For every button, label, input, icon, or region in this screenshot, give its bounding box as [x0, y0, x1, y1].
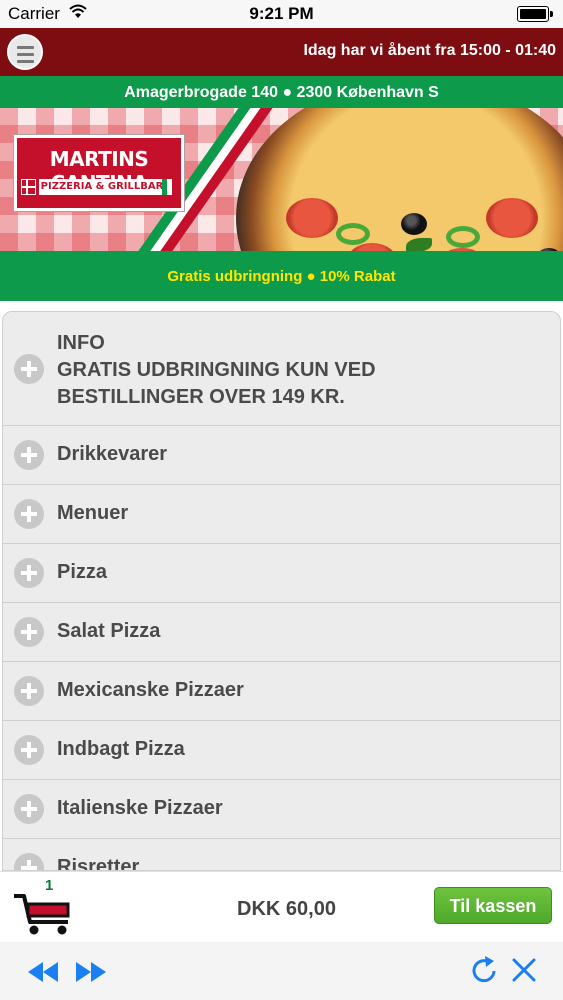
info-line: BESTILLINGER OVER 149 KR. — [57, 386, 345, 408]
italian-flag-icon — [162, 179, 177, 195]
battery-icon — [517, 6, 549, 22]
logo-subtitle: PIZZERIA & GRILLBAR — [39, 179, 165, 195]
restaurant-banner: MARTINS CANTINA PIZZERIA & GRILLBAR — [0, 108, 563, 251]
category-drikkevarer[interactable]: Drikkevarer — [3, 426, 560, 485]
category-label: Indbagt Pizza — [57, 738, 185, 760]
expand-plus-icon — [14, 853, 44, 870]
expand-plus-icon — [14, 558, 44, 588]
cart-count: 1 — [45, 877, 54, 894]
checkout-button[interactable]: Til kassen — [434, 887, 552, 924]
app-header: Idag har vi åbent fra 15:00 - 01:40 — [0, 28, 563, 76]
category-label: Mexicanske Pizzaer — [57, 679, 244, 701]
cart-bar: 1 DKK 60,00 Til kassen — [0, 871, 563, 943]
category-mexicanske-pizzaer[interactable]: Mexicanske Pizzaer — [3, 662, 560, 721]
restaurant-logo: MARTINS CANTINA PIZZERIA & GRILLBAR — [14, 135, 184, 211]
refresh-icon[interactable] — [469, 954, 501, 986]
info-title: INFO — [57, 332, 105, 354]
battery-tip — [550, 11, 553, 17]
info-text: INFO GRATIS UDBRINGNING KUN VED BESTILLI… — [57, 330, 376, 411]
category-label: Pizza — [57, 561, 108, 583]
category-risretter[interactable]: Risretter — [3, 839, 560, 871]
category-italienske-pizzaer[interactable]: Italienske Pizzaer — [3, 780, 560, 839]
info-line: GRATIS UDBRINGNING KUN VED — [57, 359, 376, 381]
expand-plus-icon — [14, 735, 44, 765]
clock: 9:21 PM — [249, 4, 314, 23]
category-label: Drikkevarer — [57, 443, 168, 465]
expand-plus-icon — [14, 794, 44, 824]
forward-icon[interactable] — [72, 958, 108, 986]
status-bar: Carrier 9:21 PM — [0, 0, 563, 28]
opening-hours: Idag har vi åbent fra 15:00 - 01:40 — [303, 42, 556, 59]
expand-plus-icon — [14, 440, 44, 470]
category-salat-pizza[interactable]: Salat Pizza — [3, 603, 560, 662]
expand-plus-icon — [14, 499, 44, 529]
category-menuer[interactable]: Menuer — [3, 485, 560, 544]
category-label: Risretter — [57, 856, 140, 871]
danish-flag-icon — [21, 179, 36, 195]
hamburger-icon — [17, 46, 34, 67]
category-label: Italienske Pizzaer — [57, 797, 223, 819]
category-pizza[interactable]: Pizza — [3, 544, 560, 603]
expand-plus-icon — [14, 676, 44, 706]
address-bar: Amagerbrogade 140 ● 2300 København S — [0, 76, 563, 108]
close-icon[interactable] — [510, 956, 538, 984]
category-label: Menuer — [57, 502, 129, 524]
expand-plus-icon — [14, 354, 44, 384]
menu-button[interactable] — [7, 34, 43, 70]
category-info[interactable]: INFO GRATIS UDBRINGNING KUN VED BESTILLI… — [3, 312, 560, 426]
category-list: INFO GRATIS UDBRINGNING KUN VED BESTILLI… — [2, 311, 561, 871]
category-label: Salat Pizza — [57, 620, 161, 642]
back-icon[interactable] — [26, 958, 62, 986]
browser-toolbar — [0, 942, 563, 1000]
pizza-image — [236, 108, 563, 251]
category-indbagt-pizza[interactable]: Indbagt Pizza — [3, 721, 560, 780]
promo-bar: Gratis udbringning ● 10% Rabat — [0, 251, 563, 301]
expand-plus-icon — [14, 617, 44, 647]
